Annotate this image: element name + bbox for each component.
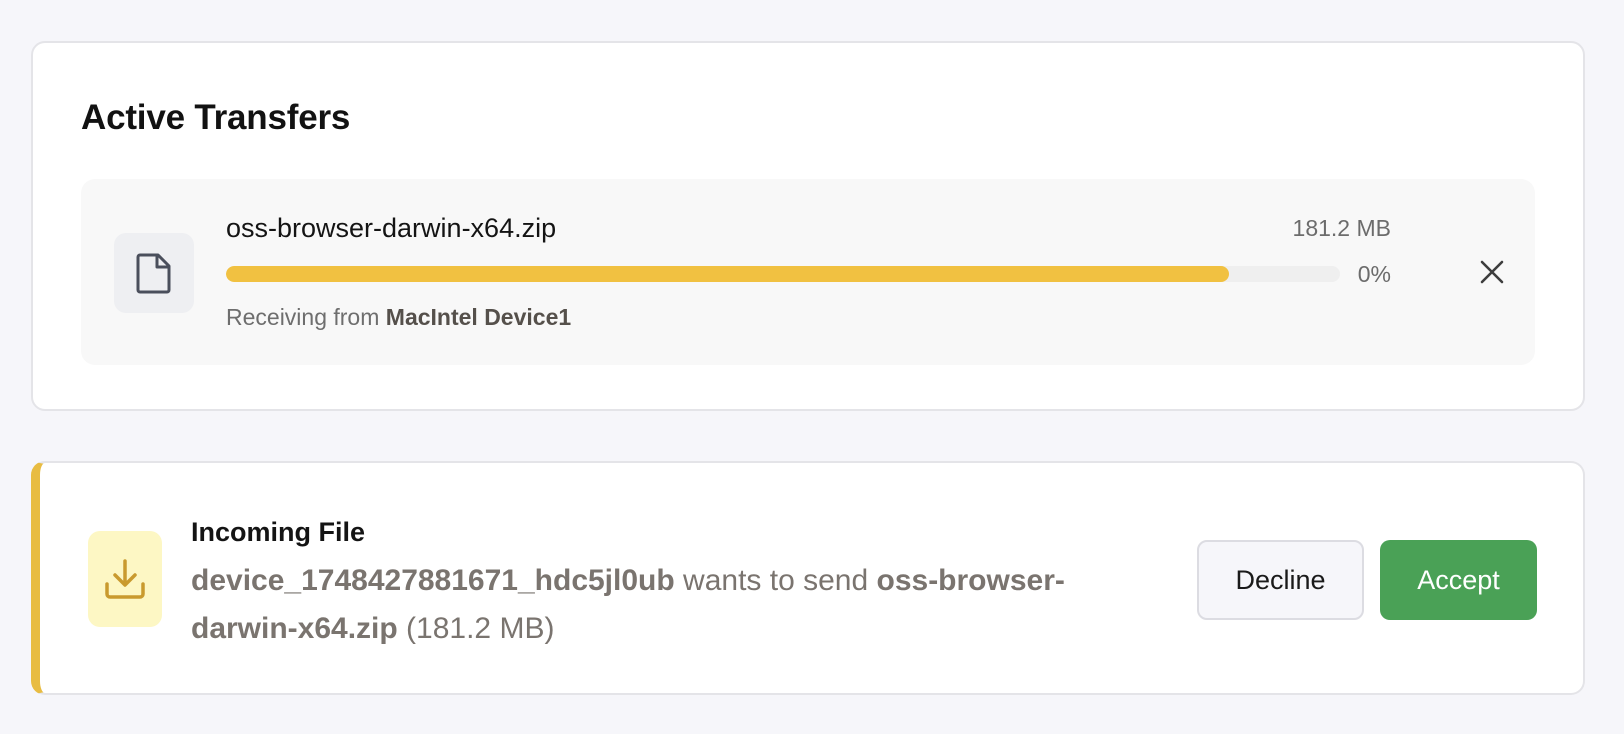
close-icon bbox=[1480, 260, 1504, 284]
incoming-file-card: Incoming File device_1748427881671_hdc5j… bbox=[31, 461, 1585, 695]
incoming-file-message: device_1748427881671_hdc5jl0ub wants to … bbox=[191, 557, 1131, 653]
sender-device-id: device_1748427881671_hdc5jl0ub bbox=[191, 564, 675, 597]
transfer-item: oss-browser-darwin-x64.zip 181.2 MB 0% R… bbox=[81, 179, 1535, 365]
transfer-progress-percent: 0% bbox=[1357, 261, 1391, 287]
cancel-transfer-button[interactable] bbox=[1475, 255, 1509, 289]
incoming-middle-text: wants to send bbox=[674, 564, 877, 597]
transfer-source: Receiving from MacIntel Device1 bbox=[226, 304, 571, 331]
incoming-file-size: (181.2 MB) bbox=[397, 612, 555, 645]
active-transfers-title: Active Transfers bbox=[81, 98, 351, 137]
incoming-file-title: Incoming File bbox=[191, 517, 366, 547]
transfer-progress-bar bbox=[226, 266, 1340, 282]
file-icon bbox=[114, 233, 194, 313]
accept-button[interactable]: Accept bbox=[1380, 540, 1537, 620]
source-device-name: MacIntel Device1 bbox=[385, 304, 572, 330]
receiving-prefix: Receiving from bbox=[226, 304, 386, 330]
transfer-file-name: oss-browser-darwin-x64.zip bbox=[226, 213, 557, 243]
transfer-progress-fill bbox=[226, 266, 1229, 282]
download-icon bbox=[88, 531, 162, 627]
decline-button[interactable]: Decline bbox=[1197, 540, 1364, 620]
active-transfers-card: Active Transfers oss-browser-darwin-x64.… bbox=[31, 41, 1585, 411]
transfer-file-size: 181.2 MB bbox=[1292, 215, 1391, 241]
